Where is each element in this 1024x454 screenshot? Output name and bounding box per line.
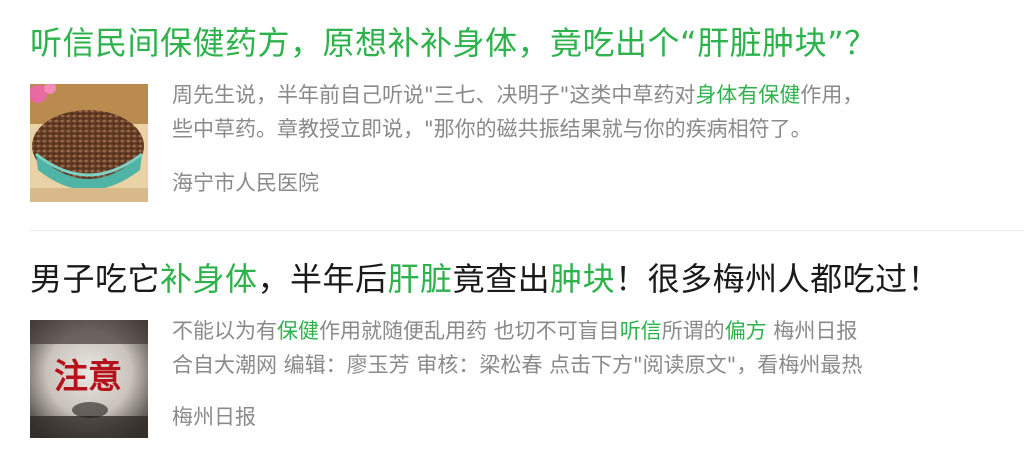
snippet-highlight: 保健 xyxy=(277,319,319,343)
snippet-text: 所谓的 xyxy=(661,319,725,343)
result-snippet: 周先生说，半年前自己听说"三七、决明子"这类中草药对身体有保健作用， 些中草药。… xyxy=(172,78,1024,146)
result-title-link[interactable]: 听信民间保健药方，原想补补身体，竟吃出个“肝脏肿块”？ xyxy=(30,22,877,64)
result-thumbnail[interactable]: 注意 xyxy=(30,320,148,438)
snippet-text: 合自大潮网 编辑：廖玉芳 审核：梁松春 点击下方"阅读原文"，看梅州最热 xyxy=(172,353,863,377)
title-text: 竟查出 xyxy=(452,260,551,298)
title-highlight: 肿块 xyxy=(550,260,616,298)
snippet-line: 合自大潮网 编辑：廖玉芳 审核：梁松春 点击下方"阅读原文"，看梅州最热 xyxy=(172,348,1024,382)
title-highlight: 肝脏 xyxy=(387,260,453,298)
thumb-notice-text: 注意 xyxy=(54,357,122,397)
result-title-link[interactable]: 男子吃它补身体，半年后肝脏竟查出肿块！很多梅州人都吃过！ xyxy=(30,258,940,300)
search-result-1: 听信民间保健药方，原想补补身体，竟吃出个“肝脏肿块”？ 周先生说，半年前自己听说… xyxy=(0,0,1024,226)
snippet-text: 周先生说，半年前自己听说"三七、决明子"这类中草药对 xyxy=(172,83,696,107)
snippet-line: 周先生说，半年前自己听说"三七、决明子"这类中草药对身体有保健作用， xyxy=(172,78,1024,112)
search-result-2: 男子吃它补身体，半年后肝脏竟查出肿块！很多梅州人都吃过！ 注意 不能以为有保健作… xyxy=(0,238,1024,454)
snippet-highlight: 偏方 xyxy=(724,319,767,343)
result-thumbnail[interactable] xyxy=(30,84,148,202)
snippet-text: 些中草药。章教授立即说，"那你的磁共振结果就与你的疾病相符了。 xyxy=(172,117,812,141)
title-text: ，半年后 xyxy=(257,260,388,298)
snippet-line: 不能以为有保健作用就随便乱用药 也切不可盲目听信所谓的偏方 梅州日报 xyxy=(172,314,1024,348)
result-source[interactable]: 梅州日报 xyxy=(172,402,256,432)
result-divider xyxy=(30,230,1024,231)
title-highlight: 补身体 xyxy=(160,260,258,298)
result-snippet: 不能以为有保健作用就随便乱用药 也切不可盲目听信所谓的偏方 梅州日报 合自大潮网… xyxy=(172,314,1024,382)
warning-notice-image: 注意 xyxy=(30,320,148,438)
result-source[interactable]: 海宁市人民医院 xyxy=(172,168,319,198)
title-text: ！很多梅州人都吃过！ xyxy=(615,260,941,298)
snippet-text: 作用就随便乱用药 也切不可盲目 xyxy=(319,319,620,343)
snippet-text: 作用， xyxy=(800,83,864,107)
snippet-highlight: 听信 xyxy=(619,319,662,343)
title-text: 男子吃它 xyxy=(30,260,161,298)
snippet-line: 些中草药。章教授立即说，"那你的磁共振结果就与你的疾病相符了。 xyxy=(172,112,1024,146)
snippet-text: 不能以为有 xyxy=(172,319,277,343)
seeds-bowl-image xyxy=(30,84,148,202)
snippet-text: 梅州日报 xyxy=(766,319,858,343)
result-title-text: 听信民间保健药方，原想补补身体，竟吃出个“肝脏肿块”？ xyxy=(30,24,877,62)
snippet-highlight: 身体有保健 xyxy=(695,83,801,107)
